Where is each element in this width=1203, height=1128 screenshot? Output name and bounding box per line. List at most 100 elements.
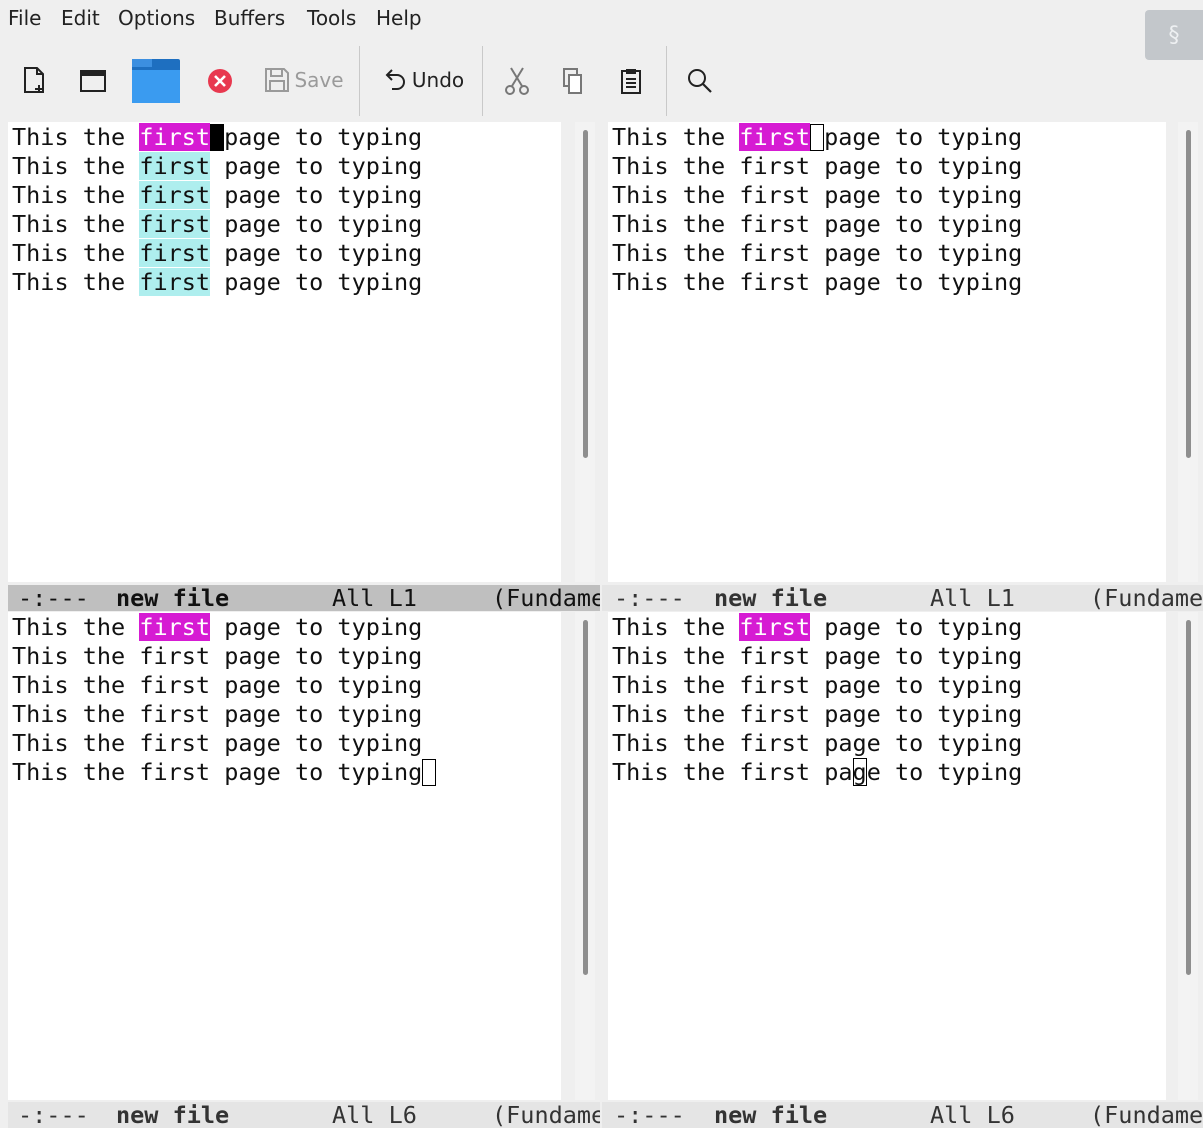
text-line: This the first page to typing xyxy=(12,642,423,670)
text-line: This the first page to typing xyxy=(612,700,1023,728)
menu-bar: File Edit Options Buffers Tools Help § xyxy=(0,0,1203,60)
mode-line-inactive[interactable]: -:--- new file All L1 (Fundame xyxy=(602,585,1203,611)
modeline-major-mode[interactable]: (Fundame xyxy=(1090,585,1203,611)
scrollbar[interactable] xyxy=(1178,612,1198,1100)
undo-button[interactable]: Undo xyxy=(378,62,470,98)
text-run: page to typing xyxy=(210,181,423,209)
text-line: This the first page to typing xyxy=(612,642,1023,670)
modeline-position: All L1 xyxy=(930,585,1015,611)
scrollbar-thumb[interactable] xyxy=(1186,130,1191,458)
text-run: This the first page to typing xyxy=(12,758,423,786)
editor-window-bottom-right[interactable]: This the first page to typing This the f… xyxy=(608,612,1166,1100)
cut-button[interactable] xyxy=(502,64,532,98)
text-line: This the first page to typing xyxy=(12,239,422,268)
open-directory-button[interactable] xyxy=(76,62,110,98)
search-button[interactable] xyxy=(684,64,716,98)
scrollbar-thumb[interactable] xyxy=(583,130,588,458)
text-run: page to typing xyxy=(210,613,423,641)
isearch-lazy-match: first xyxy=(139,268,211,296)
cursor: g xyxy=(852,758,867,786)
text-run: This the xyxy=(12,123,140,151)
menu-options[interactable]: Options xyxy=(118,6,195,30)
menu-help[interactable]: Help xyxy=(376,6,422,30)
toolbar-separator xyxy=(482,46,483,116)
scrollbar[interactable] xyxy=(575,612,595,1100)
scrollbar-thumb[interactable] xyxy=(1186,620,1191,975)
modeline-buffer-name[interactable]: new file xyxy=(116,585,229,611)
text-run: This the xyxy=(12,210,140,238)
text-line: This the first page to typing xyxy=(612,613,1022,642)
modeline-position: All L6 xyxy=(332,1102,417,1128)
text-line: This the first page to typing xyxy=(612,729,1023,757)
isearch-lazy-match: first xyxy=(139,210,211,238)
menu-file[interactable]: File xyxy=(8,6,41,30)
modeline-buffer-name[interactable]: new file xyxy=(714,1102,827,1128)
text-run: This the xyxy=(12,268,140,296)
search-icon xyxy=(688,69,712,93)
modeline-buffer-name[interactable]: new file xyxy=(116,1102,229,1128)
open-directory-icon xyxy=(80,70,106,92)
scrollbar[interactable] xyxy=(1178,122,1198,582)
text-line: This the first page to typing xyxy=(12,123,422,152)
menu-edit[interactable]: Edit xyxy=(61,6,100,30)
menu-tools[interactable]: Tools xyxy=(307,6,356,30)
text-line: This the first page to typing xyxy=(12,268,422,297)
isearch-lazy-match: first xyxy=(139,239,211,267)
editor-window-top-right[interactable]: This the first page to typing This the fi… xyxy=(608,122,1166,582)
close-icon xyxy=(208,69,232,93)
text-line: This the first page to typing xyxy=(12,758,437,787)
scrollbar[interactable] xyxy=(575,122,595,582)
isearch-lazy-match: first xyxy=(139,181,211,209)
text-run: This the xyxy=(12,239,140,267)
modeline-status: -:--- xyxy=(614,585,685,611)
new-file-icon xyxy=(24,67,44,93)
text-run: page to typing xyxy=(210,210,423,238)
mode-line-active[interactable]: -:--- new file All L1 (Fundame xyxy=(8,585,600,611)
save-icon xyxy=(265,68,290,92)
cursor xyxy=(210,124,225,151)
text-run: This the xyxy=(612,613,740,641)
text-run: page to typing xyxy=(210,239,423,267)
save-label: Save xyxy=(294,68,344,92)
text-line: This the first page to typing xyxy=(612,210,1023,238)
open-file-button[interactable] xyxy=(130,58,182,104)
cursor xyxy=(810,124,825,151)
undo-icon xyxy=(385,69,405,90)
paste-button[interactable] xyxy=(616,64,646,98)
modeline-position: All L6 xyxy=(930,1102,1015,1128)
paste-icon xyxy=(621,69,641,94)
modeline-major-mode[interactable]: (Fundame xyxy=(1090,1102,1203,1128)
modeline-buffer-name[interactable]: new file xyxy=(714,585,827,611)
modeline-major-mode[interactable]: (Fundame xyxy=(492,585,600,611)
text-run: This the xyxy=(612,123,740,151)
isearch-current-match: first xyxy=(739,123,811,151)
modeline-major-mode[interactable]: (Fundame xyxy=(492,1102,600,1128)
modeline-position: All L1 xyxy=(332,585,417,611)
modeline-status: -:--- xyxy=(18,1102,89,1128)
mode-line-inactive[interactable]: -:--- new file All L6 (Fundame xyxy=(602,1102,1203,1128)
text-line: This the first page to typing xyxy=(12,729,423,757)
kill-buffer-button[interactable] xyxy=(205,66,235,96)
isearch-current-match: first xyxy=(139,613,211,641)
text-line: This the first page to typing xyxy=(12,613,422,642)
text-line: This the first page to typing xyxy=(12,152,422,181)
menu-buffers[interactable]: Buffers xyxy=(214,6,285,30)
isearch-current-match: first xyxy=(139,123,211,151)
new-file-button[interactable] xyxy=(18,62,50,98)
text-run: page to typing xyxy=(810,613,1023,641)
text-line: This the first page to typing xyxy=(12,700,423,728)
toolbar-separator xyxy=(359,46,360,116)
editor-window-bottom-left[interactable]: This the first page to typing This the f… xyxy=(8,612,561,1100)
text-run: page to typing xyxy=(210,152,423,180)
text-run: This the xyxy=(12,181,140,209)
text-line: This the first page to typing xyxy=(612,181,1023,209)
save-button[interactable]: Save xyxy=(262,62,346,98)
text-line: This the first page to typing xyxy=(612,152,1023,180)
scrollbar-thumb[interactable] xyxy=(583,620,588,975)
cut-icon xyxy=(505,67,529,95)
mode-line-inactive[interactable]: -:--- new file All L6 (Fundame xyxy=(8,1102,600,1128)
editor-window-top-left[interactable]: This the first page to typing This the fi… xyxy=(8,122,561,582)
modeline-status: -:--- xyxy=(18,585,89,611)
copy-button[interactable] xyxy=(558,64,588,98)
text-line: This the first page to typing xyxy=(612,268,1023,296)
